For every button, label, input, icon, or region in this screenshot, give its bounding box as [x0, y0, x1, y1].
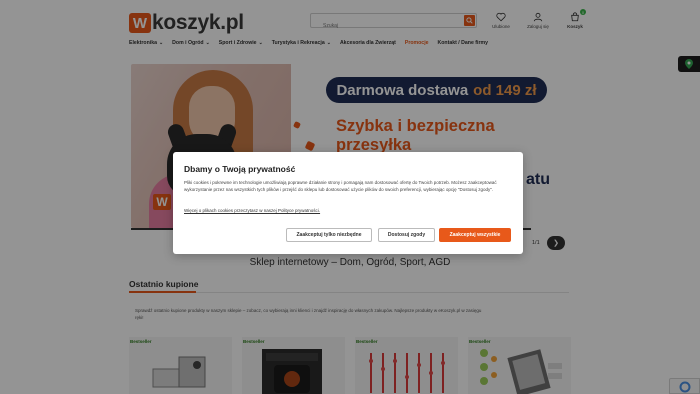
accept-all-button[interactable]: Zaakceptuj wszystkie: [439, 228, 511, 242]
cookie-consent-dialog: Dbamy o Twoją prywatność Pliki cookies i…: [173, 152, 523, 254]
cookie-dialog-title: Dbamy o Twoją prywatność: [184, 164, 296, 174]
cookie-dialog-text: Pliki cookies i pokrewne im technologie …: [184, 180, 497, 192]
customize-consents-button[interactable]: Dostosuj zgody: [378, 228, 435, 242]
privacy-policy-link[interactable]: Więcej o plikach cookies przeczytasz w n…: [184, 208, 320, 213]
accept-necessary-button[interactable]: Zaakceptuj tylko niezbędne: [286, 228, 372, 242]
